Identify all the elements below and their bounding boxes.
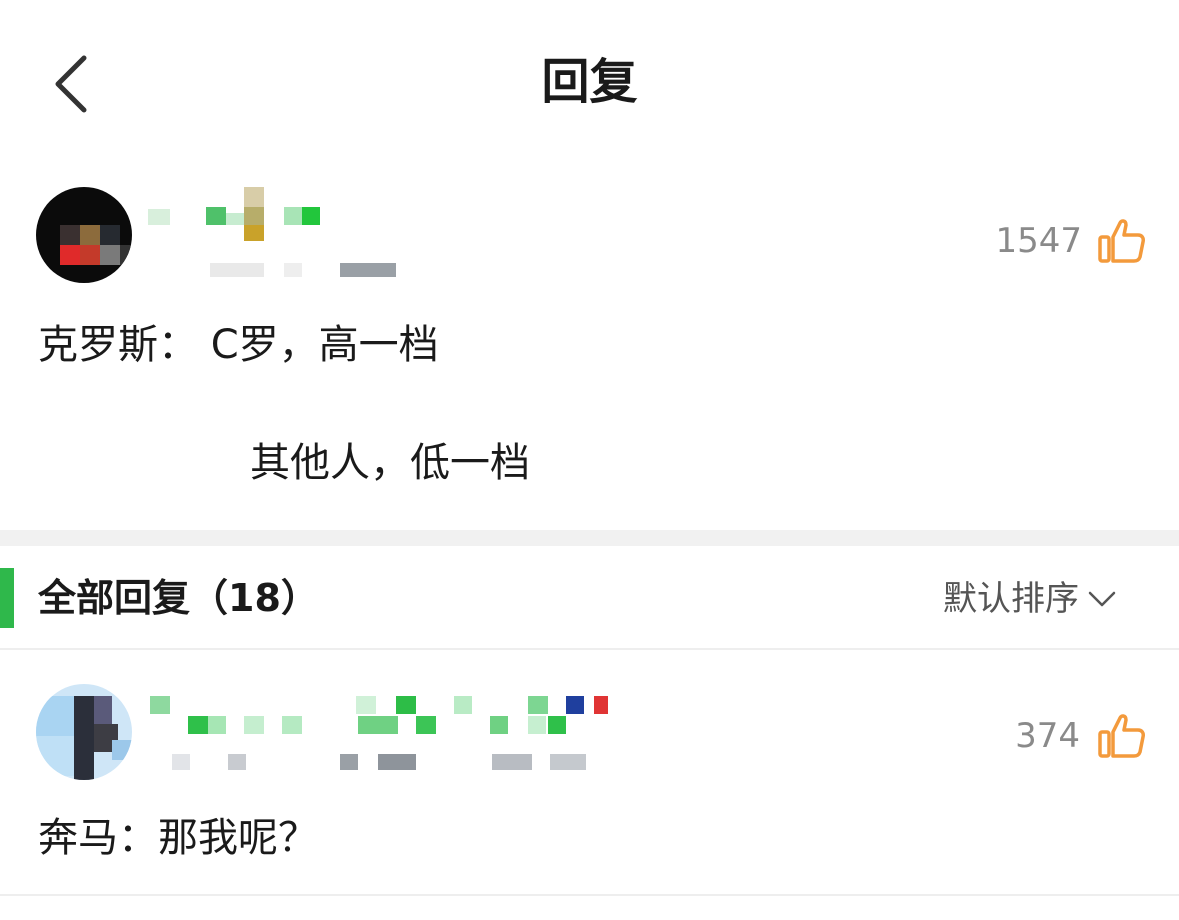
section-divider xyxy=(0,530,1179,546)
comment-meta-redacted xyxy=(146,261,406,279)
chevron-down-icon xyxy=(1088,591,1116,607)
replies-header: 全部回复（18） 默认排序 xyxy=(0,546,1179,650)
sort-label: 默认排序 xyxy=(943,579,1079,619)
reply-username-redacted xyxy=(146,690,616,740)
comment-text-line-1: 克罗斯： C罗，高一档 xyxy=(38,322,439,368)
reply-like-button[interactable] xyxy=(1096,710,1148,762)
reply-avatar[interactable] xyxy=(36,684,132,780)
thumbs-up-icon xyxy=(1098,714,1145,758)
reply-item: 374 奔马：那我呢？ xyxy=(0,650,1179,896)
page-title: 回复 xyxy=(541,54,638,110)
divider xyxy=(0,894,1179,896)
avatar[interactable] xyxy=(36,187,132,283)
like-count: 1547 xyxy=(995,221,1082,261)
like-button[interactable] xyxy=(1096,215,1148,267)
main-comment: 1547 克罗斯： C罗，高一档 其他人，低一档 xyxy=(0,165,1179,530)
nav-bar: 回复 xyxy=(0,0,1179,165)
comment-text-line-2: 其他人，低一档 xyxy=(250,440,530,486)
thumbs-up-icon xyxy=(1098,219,1145,263)
sort-dropdown[interactable]: 默认排序 xyxy=(943,574,1117,624)
username-redacted xyxy=(146,185,326,245)
reply-text: 奔马：那我呢？ xyxy=(38,815,318,861)
section-accent-bar xyxy=(0,568,14,628)
reply-like-count: 374 xyxy=(1015,716,1080,756)
reply-meta-redacted xyxy=(146,752,626,774)
replies-title: 全部回复（18） xyxy=(38,576,319,620)
